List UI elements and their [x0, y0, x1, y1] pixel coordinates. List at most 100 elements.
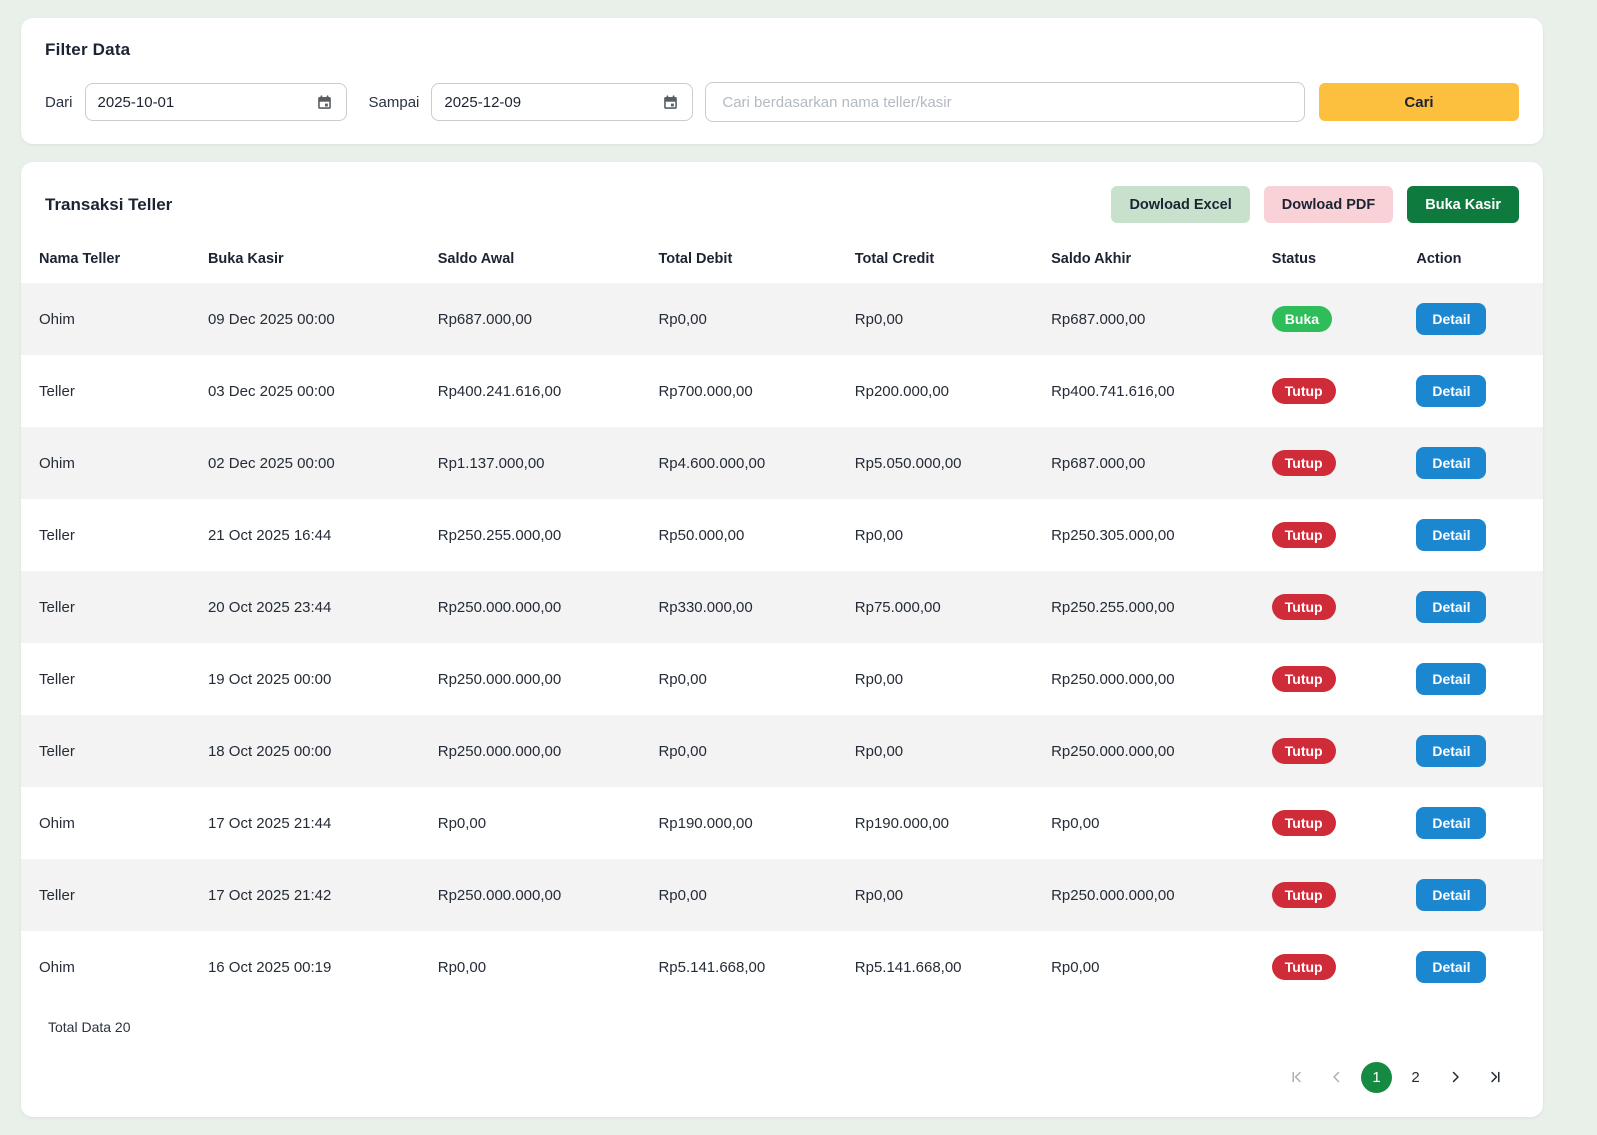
- cell-nama-teller: Teller: [21, 643, 190, 715]
- detail-button[interactable]: Detail: [1416, 519, 1486, 551]
- download-excel-button[interactable]: Dowload Excel: [1111, 186, 1249, 223]
- cell-saldo-awal: Rp0,00: [420, 931, 641, 1003]
- col-header-saldo-akhir: Saldo Akhir: [1033, 235, 1254, 283]
- pagination: 1 2: [21, 1035, 1543, 1103]
- cell-total-credit: Rp200.000,00: [837, 355, 1033, 427]
- transaksi-table: Nama Teller Buka Kasir Saldo Awal Total …: [21, 235, 1543, 1003]
- dari-label: Dari: [45, 94, 73, 111]
- table-row: Teller 21 Oct 2025 16:44 Rp250.255.000,0…: [21, 499, 1543, 571]
- status-badge: Tutup: [1272, 450, 1336, 476]
- transaksi-teller-panel: Transaksi Teller Dowload Excel Dowload P…: [21, 162, 1543, 1117]
- col-header-buka-kasir: Buka Kasir: [190, 235, 420, 283]
- detail-button[interactable]: Detail: [1416, 663, 1486, 695]
- sampai-label: Sampai: [369, 94, 420, 111]
- detail-button[interactable]: Detail: [1416, 807, 1486, 839]
- first-page-button[interactable]: [1281, 1061, 1313, 1093]
- prev-page-button[interactable]: [1321, 1061, 1353, 1093]
- cell-status: Tutup: [1254, 355, 1399, 427]
- col-header-nama-teller: Nama Teller: [21, 235, 190, 283]
- search-input[interactable]: [705, 82, 1305, 122]
- cell-buka-kasir: 09 Dec 2025 00:00: [190, 283, 420, 355]
- cell-buka-kasir: 20 Oct 2025 23:44: [190, 571, 420, 643]
- cell-status: Tutup: [1254, 931, 1399, 1003]
- cell-saldo-awal: Rp1.137.000,00: [420, 427, 641, 499]
- detail-button[interactable]: Detail: [1416, 879, 1486, 911]
- cell-saldo-akhir: Rp0,00: [1033, 787, 1254, 859]
- status-badge: Buka: [1272, 306, 1332, 332]
- status-badge: Tutup: [1272, 738, 1336, 764]
- cell-total-debit: Rp0,00: [640, 283, 836, 355]
- last-page-button[interactable]: [1479, 1061, 1511, 1093]
- cari-button[interactable]: Cari: [1319, 83, 1519, 121]
- calendar-icon[interactable]: [315, 93, 334, 112]
- cell-saldo-akhir: Rp0,00: [1033, 931, 1254, 1003]
- cell-saldo-awal: Rp250.000.000,00: [420, 715, 641, 787]
- cell-buka-kasir: 21 Oct 2025 16:44: [190, 499, 420, 571]
- page-button-1[interactable]: 1: [1361, 1062, 1392, 1093]
- cell-status: Tutup: [1254, 859, 1399, 931]
- status-badge: Tutup: [1272, 810, 1336, 836]
- cell-saldo-awal: Rp250.000.000,00: [420, 643, 641, 715]
- cell-action: Detail: [1398, 571, 1543, 643]
- detail-button[interactable]: Detail: [1416, 447, 1486, 479]
- cell-nama-teller: Teller: [21, 571, 190, 643]
- cell-status: Tutup: [1254, 643, 1399, 715]
- cell-nama-teller: Teller: [21, 859, 190, 931]
- cell-total-debit: Rp50.000,00: [640, 499, 836, 571]
- cell-action: Detail: [1398, 859, 1543, 931]
- download-pdf-button[interactable]: Dowload PDF: [1264, 186, 1393, 223]
- cell-nama-teller: Ohim: [21, 787, 190, 859]
- cell-total-credit: Rp0,00: [837, 499, 1033, 571]
- last-page-icon: [1486, 1068, 1504, 1086]
- cell-status: Tutup: [1254, 571, 1399, 643]
- table-actions: Dowload Excel Dowload PDF Buka Kasir: [1111, 186, 1519, 223]
- cell-total-debit: Rp190.000,00: [640, 787, 836, 859]
- table-row: Ohim 17 Oct 2025 21:44 Rp0,00 Rp190.000,…: [21, 787, 1543, 859]
- detail-button[interactable]: Detail: [1416, 591, 1486, 623]
- cell-action: Detail: [1398, 355, 1543, 427]
- cell-nama-teller: Teller: [21, 715, 190, 787]
- cell-action: Detail: [1398, 787, 1543, 859]
- detail-button[interactable]: Detail: [1416, 951, 1486, 983]
- table-row: Ohim 02 Dec 2025 00:00 Rp1.137.000,00 Rp…: [21, 427, 1543, 499]
- first-page-icon: [1288, 1068, 1306, 1086]
- table-row: Ohim 16 Oct 2025 00:19 Rp0,00 Rp5.141.66…: [21, 931, 1543, 1003]
- page-button-2[interactable]: 2: [1400, 1062, 1431, 1093]
- cell-total-credit: Rp5.141.668,00: [837, 931, 1033, 1003]
- status-badge: Tutup: [1272, 882, 1336, 908]
- cell-total-debit: Rp330.000,00: [640, 571, 836, 643]
- sampai-date-input[interactable]: 2025-12-09: [431, 83, 693, 121]
- buka-kasir-button[interactable]: Buka Kasir: [1407, 186, 1519, 223]
- detail-button[interactable]: Detail: [1416, 303, 1486, 335]
- cell-total-debit: Rp0,00: [640, 715, 836, 787]
- cell-saldo-akhir: Rp250.000.000,00: [1033, 715, 1254, 787]
- col-header-total-credit: Total Credit: [837, 235, 1033, 283]
- calendar-icon[interactable]: [661, 93, 680, 112]
- filter-panel: Filter Data Dari 2025-10-01 Sampai 2025-…: [21, 18, 1543, 144]
- total-data-label: Total Data 20: [21, 1003, 1543, 1035]
- cell-buka-kasir: 17 Oct 2025 21:42: [190, 859, 420, 931]
- cell-action: Detail: [1398, 643, 1543, 715]
- cell-saldo-awal: Rp400.241.616,00: [420, 355, 641, 427]
- cell-saldo-akhir: Rp687.000,00: [1033, 283, 1254, 355]
- cell-action: Detail: [1398, 283, 1543, 355]
- col-header-action: Action: [1398, 235, 1543, 283]
- cell-buka-kasir: 18 Oct 2025 00:00: [190, 715, 420, 787]
- cell-saldo-awal: Rp250.255.000,00: [420, 499, 641, 571]
- cell-saldo-akhir: Rp250.000.000,00: [1033, 643, 1254, 715]
- prev-page-icon: [1328, 1068, 1346, 1086]
- cell-status: Tutup: [1254, 715, 1399, 787]
- next-page-button[interactable]: [1439, 1061, 1471, 1093]
- status-badge: Tutup: [1272, 378, 1336, 404]
- detail-button[interactable]: Detail: [1416, 375, 1486, 407]
- table-row: Ohim 09 Dec 2025 00:00 Rp687.000,00 Rp0,…: [21, 283, 1543, 355]
- cell-nama-teller: Ohim: [21, 427, 190, 499]
- detail-button[interactable]: Detail: [1416, 735, 1486, 767]
- cell-total-credit: Rp0,00: [837, 283, 1033, 355]
- page: Filter Data Dari 2025-10-01 Sampai 2025-…: [0, 0, 1597, 1135]
- cell-buka-kasir: 03 Dec 2025 00:00: [190, 355, 420, 427]
- next-page-icon: [1446, 1068, 1464, 1086]
- status-badge: Tutup: [1272, 954, 1336, 980]
- dari-date-input[interactable]: 2025-10-01: [85, 83, 347, 121]
- cell-saldo-awal: Rp250.000.000,00: [420, 571, 641, 643]
